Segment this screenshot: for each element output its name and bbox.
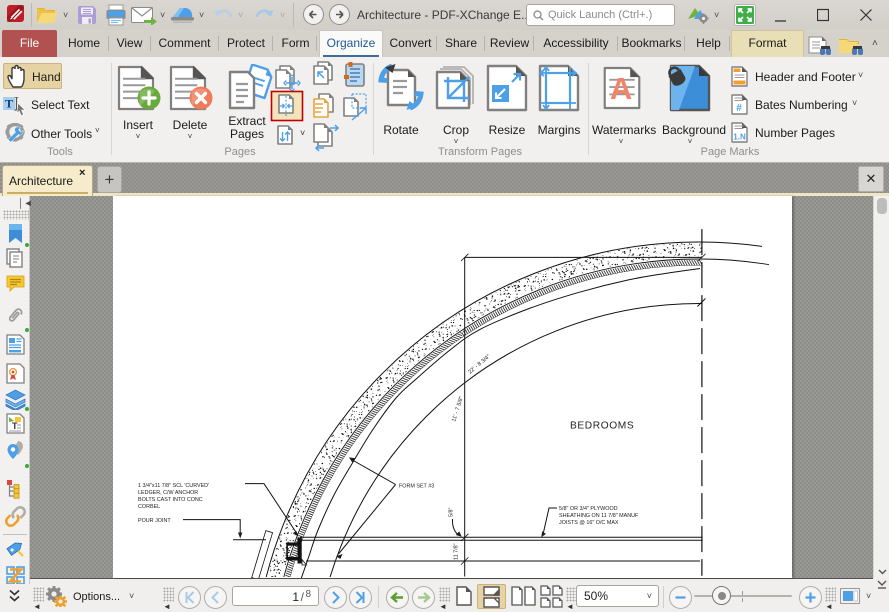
svg-text:JOISTS @ 16" O/C MAX: JOISTS @ 16" O/C MAX [559, 520, 619, 526]
svg-text:#: # [736, 103, 742, 114]
svg-text:T: T [5, 97, 13, 111]
svg-text:BOLTS CAST INTO CONC: BOLTS CAST INTO CONC [138, 497, 203, 503]
svg-text:1.N: 1.N [733, 133, 746, 142]
svg-text:11 7/8": 11 7/8" [454, 543, 460, 560]
svg-text:SHEATHING ON 11 7/8" MANUF: SHEATHING ON 11 7/8" MANUF [559, 513, 639, 519]
svg-text:1 3/4"x11 7/8" SCL 'CURVED': 1 3/4"x11 7/8" SCL 'CURVED' [138, 483, 209, 489]
svg-text:5/8" OR 3/4" PLYWOOD: 5/8" OR 3/4" PLYWOOD [559, 506, 618, 512]
svg-text:˅: ˅ [300, 128, 305, 138]
svg-text:BEDROOMS: BEDROOMS [570, 421, 634, 432]
svg-text:CORBEL: CORBEL [138, 504, 160, 510]
svg-text:A: A [610, 71, 632, 106]
svg-text:11' - 7 5/8": 11' - 7 5/8" [451, 396, 465, 423]
svg-text:5/8": 5/8" [449, 508, 455, 517]
svg-text:LEDGER, C/W ANCHOR: LEDGER, C/W ANCHOR [138, 490, 198, 496]
svg-text:T: T [12, 421, 18, 431]
svg-text:FORM SET #3: FORM SET #3 [399, 484, 434, 490]
svg-text:POUR JOINT: POUR JOINT [138, 518, 171, 524]
